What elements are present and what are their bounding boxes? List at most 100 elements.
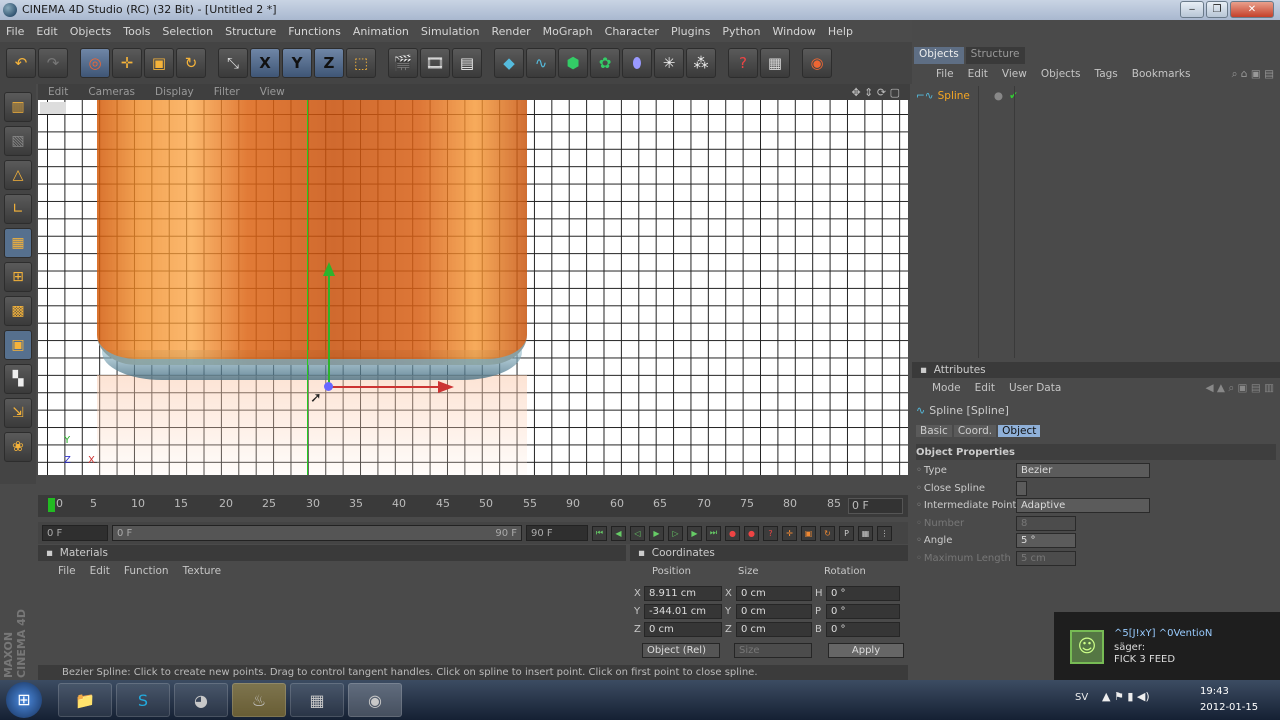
- menu-tools[interactable]: Tools: [117, 25, 156, 38]
- tab-objects[interactable]: Objects: [914, 47, 964, 64]
- steam-taskbar-icon[interactable]: ♨: [232, 683, 286, 717]
- camera-icon[interactable]: ⁂: [686, 48, 716, 78]
- tray-icons[interactable]: ▲ ⚑ ▮ ◀): [1102, 690, 1150, 703]
- undo-icon[interactable]: ↶: [6, 48, 36, 78]
- scene-icon[interactable]: ✳: [654, 48, 684, 78]
- language-indicator[interactable]: SV: [1075, 692, 1088, 703]
- sculpt-icon[interactable]: ❀: [4, 432, 32, 462]
- rotation-p-field[interactable]: 0 °: [826, 603, 900, 619]
- z-axis-lock-icon[interactable]: Z: [314, 48, 344, 78]
- menu-window[interactable]: Window: [767, 25, 822, 38]
- rotate-icon[interactable]: ↻: [176, 48, 206, 78]
- maximize-button[interactable]: ❐: [1206, 1, 1228, 18]
- prop-intermediate-dropdown[interactable]: Adaptive: [1016, 497, 1150, 513]
- start-frame-field[interactable]: 0 F: [42, 525, 108, 541]
- close-spline-checkbox[interactable]: [1016, 480, 1027, 496]
- menu-animation[interactable]: Animation: [347, 25, 415, 38]
- steam-notification[interactable]: ☺ ^5[J!xY] ^0VentioN säger: FICK 3 FEED: [1054, 612, 1280, 680]
- menu-functions[interactable]: Functions: [282, 25, 347, 38]
- coord-mode-dropdown[interactable]: Object (Rel): [642, 642, 720, 658]
- position-y-field[interactable]: -344.01 cm: [644, 603, 722, 619]
- recent-tool-icon[interactable]: ⤡: [218, 48, 248, 78]
- make-editable-icon[interactable]: ▥: [4, 92, 32, 122]
- tab-structure[interactable]: Structure: [965, 47, 1025, 64]
- menu-render[interactable]: Render: [486, 25, 537, 38]
- nurbs-icon[interactable]: ⬢: [558, 48, 588, 78]
- object-origin-handle[interactable]: [324, 382, 333, 391]
- render-view-icon[interactable]: 🎬: [388, 48, 418, 78]
- y-axis-handle[interactable]: [328, 270, 330, 390]
- record-icon[interactable]: ●: [725, 525, 740, 541]
- goto-start-icon[interactable]: ⏮: [592, 525, 607, 541]
- timeline-playhead[interactable]: [48, 498, 55, 512]
- x-axis-arrow-icon[interactable]: [438, 381, 454, 393]
- timeline-ruler[interactable]: 0 5 10 15 20 25 30 35 40 45 50 55 60 65 …: [38, 495, 908, 517]
- menu-edit[interactable]: Edit: [30, 25, 63, 38]
- workplane-icon[interactable]: ▣: [4, 330, 32, 360]
- menu-character[interactable]: Character: [599, 25, 665, 38]
- polygons-icon[interactable]: ▦: [4, 228, 32, 258]
- start-button[interactable]: ⊞: [6, 682, 42, 718]
- spline-icon[interactable]: ∿: [526, 48, 556, 78]
- key-position-icon[interactable]: ✛: [782, 525, 797, 541]
- prop-number-field[interactable]: 8: [1016, 515, 1076, 531]
- web-icon[interactable]: ◉: [802, 48, 832, 78]
- redo-icon[interactable]: ↷: [38, 48, 68, 78]
- am-nav-icons[interactable]: ◀ ▲ ⌕ ▣ ▤ ▥: [1206, 382, 1280, 395]
- rotation-b-field[interactable]: 0 °: [826, 621, 900, 637]
- key-rotation-icon[interactable]: ↻: [820, 525, 835, 541]
- menu-objects[interactable]: Objects: [64, 25, 118, 38]
- menu-structure[interactable]: Structure: [219, 25, 282, 38]
- office-taskbar-icon[interactable]: ▦: [290, 683, 344, 717]
- play-icon[interactable]: ▶: [649, 525, 664, 541]
- clock-date[interactable]: 2012-01-15: [1200, 702, 1258, 713]
- position-z-field[interactable]: 0 cm: [644, 621, 722, 637]
- menu-help[interactable]: Help: [822, 25, 859, 38]
- skype-taskbar-icon[interactable]: S: [116, 683, 170, 717]
- prop-max-length-field[interactable]: 5 cm: [1016, 550, 1076, 566]
- om-menu-edit[interactable]: Edit: [968, 68, 1002, 80]
- y-axis-arrow-icon[interactable]: [323, 262, 335, 276]
- menu-plugins[interactable]: Plugins: [665, 25, 716, 38]
- timeline-options-icon[interactable]: ⋮: [877, 525, 892, 541]
- size-y-field[interactable]: 0 cm: [736, 603, 812, 619]
- deformer-icon[interactable]: ⬮: [622, 48, 652, 78]
- menu-selection[interactable]: Selection: [156, 25, 219, 38]
- object-row-spline[interactable]: ⌐∿ Spline ● ✔: [916, 88, 1276, 104]
- key-scale-icon[interactable]: ▣: [801, 525, 816, 541]
- viewport-menu-display[interactable]: Display: [145, 86, 204, 98]
- points-icon[interactable]: △: [4, 160, 32, 190]
- checker-icon[interactable]: ▚: [4, 364, 32, 394]
- menu-simulation[interactable]: Simulation: [415, 25, 486, 38]
- menu-file[interactable]: File: [0, 25, 30, 38]
- position-x-field[interactable]: 8.911 cm: [644, 585, 722, 601]
- tab-coord[interactable]: Coord.: [953, 425, 997, 437]
- am-menu-user-data[interactable]: User Data: [1009, 382, 1075, 394]
- size-mode-dropdown[interactable]: Size: [734, 642, 812, 658]
- axis-tweak-icon[interactable]: ⇲: [4, 398, 32, 428]
- om-menu-tags[interactable]: Tags: [1095, 68, 1132, 80]
- coordinate-system-icon[interactable]: ⬚: [346, 48, 376, 78]
- materials-menu-edit[interactable]: Edit: [90, 565, 124, 577]
- materials-menu-file[interactable]: File: [58, 565, 90, 577]
- frame-range-slider[interactable]: 0 F 90 F: [112, 525, 522, 541]
- render-picture-viewer-icon[interactable]: 🎞: [420, 48, 450, 78]
- om-menu-view[interactable]: View: [1002, 68, 1041, 80]
- om-menu-file[interactable]: File: [936, 68, 968, 80]
- 3d-viewport[interactable]: Y Z X ➚: [38, 100, 908, 475]
- menu-python[interactable]: Python: [716, 25, 766, 38]
- prop-type-dropdown[interactable]: Bezier: [1016, 462, 1150, 478]
- materials-menu-function[interactable]: Function: [124, 565, 183, 577]
- size-x-field[interactable]: 0 cm: [736, 585, 812, 601]
- viewport-menu-view[interactable]: View: [250, 86, 295, 98]
- tab-object[interactable]: Object: [998, 425, 1041, 437]
- help-icon[interactable]: ?: [728, 48, 758, 78]
- viewport-menu-edit[interactable]: Edit: [38, 86, 78, 98]
- object-axis-icon[interactable]: ▩: [4, 296, 32, 326]
- end-frame-field[interactable]: 90 F: [526, 525, 588, 541]
- materials-menu-texture[interactable]: Texture: [183, 565, 235, 577]
- move-icon[interactable]: ✛: [112, 48, 142, 78]
- om-menu-objects[interactable]: Objects: [1041, 68, 1095, 80]
- menu-mograph[interactable]: MoGraph: [537, 25, 599, 38]
- clock-time[interactable]: 19:43: [1200, 686, 1229, 697]
